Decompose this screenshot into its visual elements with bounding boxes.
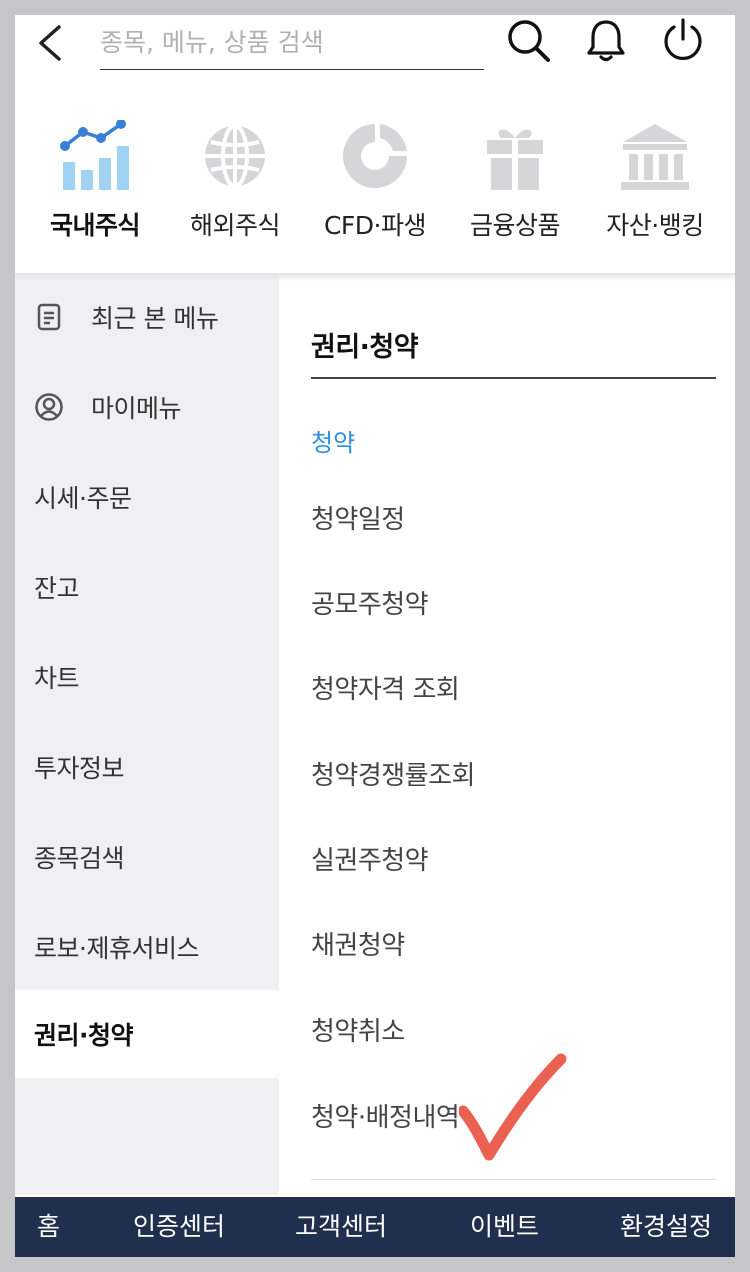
nav-item-investment-info[interactable]: 투자정보 [15,723,279,811]
nav-item-robo-partner[interactable]: 로보·제휴서비스 [15,903,279,991]
nav-label: 최근 본 메뉴 [91,304,219,333]
bottom-certificate-center[interactable]: 인증센터 [133,1197,225,1257]
category-label: 자산·뱅킹 [606,211,704,240]
subsection-title: 청약 [311,429,356,457]
link-subscription-allocation-history[interactable]: 청약·배정내역 [311,1097,460,1134]
category-label: 금융상품 [469,211,561,240]
globe-icon [205,124,265,188]
nav-item-recent-menu[interactable]: 최근 본 메뉴 [15,273,279,361]
recent-menu-icon [37,303,61,331]
link-competition-rate[interactable]: 청약경쟁률조회 [311,755,475,792]
category-overseas-stock[interactable]: 해외주식 [170,120,300,250]
bottom-home[interactable]: 홈 [37,1197,60,1257]
divider [311,377,716,379]
bell-icon [587,20,625,62]
search-field[interactable] [100,21,484,70]
category-cfd-derivatives[interactable]: CFD·파생 [310,120,440,250]
submenu-panel: 권리·청약 청약 청약일정 공모주청약 청약자격 조회 청약경쟁률조회 실권주청… [279,273,735,1195]
red-checkmark-annotation [459,1053,567,1161]
stock-chart-icon [60,120,129,190]
nav-label: 차트 [34,664,80,693]
nav-item-chart[interactable]: 차트 [15,633,279,721]
nav-label: 로보·제휴서비스 [34,934,199,963]
bottom-events[interactable]: 이벤트 [470,1197,539,1257]
category-row: 국내주식 해외주식 CFD·파생 금융상품 자산·뱅킹 [15,120,735,250]
header: 국내주식 해외주식 CFD·파생 [15,15,735,273]
divider [311,1179,716,1180]
link-ipo-subscription[interactable]: 공모주청약 [311,584,429,621]
link-eligibility-check[interactable]: 청약자격 조회 [311,669,460,706]
category-domestic-stock[interactable]: 국내주식 [30,120,160,250]
gift-icon [487,129,543,190]
category-label: CFD·파생 [323,211,427,240]
link-subscription-cancel[interactable]: 청약취소 [311,1011,405,1048]
nav-label: 투자정보 [34,754,125,783]
bank-icon [621,124,689,190]
power-button[interactable] [660,17,706,63]
user-circle-icon [35,393,63,421]
category-financial-products[interactable]: 금융상품 [450,120,580,250]
nav-item-quote-order[interactable]: 시세·주문 [15,453,279,541]
category-label: 해외주식 [189,211,281,240]
nav-item-my-menu[interactable]: 마이메뉴 [15,363,279,451]
header-shadow [15,273,735,281]
donut-chart-icon [343,124,407,188]
nav-item-rights-subscription[interactable]: 권리·청약 [15,990,279,1078]
nav-label: 종목검색 [34,844,125,873]
back-button[interactable] [33,21,69,65]
nav-item-balance[interactable]: 잔고 [15,543,279,631]
section-title: 권리·청약 [311,332,419,363]
power-icon [664,18,702,61]
nav-label: 권리·청약 [34,1021,134,1050]
bottom-bar: 홈 인증센터 고객센터 이벤트 환경설정 [15,1197,735,1257]
nav-label: 잔고 [34,574,80,603]
link-subscription-schedule[interactable]: 청약일정 [311,499,405,536]
chevron-left-icon [39,25,61,61]
search-input[interactable] [100,21,484,63]
nav-label: 시세·주문 [34,484,132,513]
nav-item-stock-search[interactable]: 종목검색 [15,813,279,901]
bottom-settings[interactable]: 환경설정 [620,1197,712,1257]
link-forfeited-share-subscription[interactable]: 실권주청약 [311,840,429,877]
app-frame: 국내주식 해외주식 CFD·파생 [15,15,735,1257]
category-asset-banking[interactable]: 자산·뱅킹 [590,120,720,250]
search-button[interactable] [505,17,551,63]
search-icon [508,20,550,62]
link-bond-subscription[interactable]: 채권청약 [311,925,405,962]
category-label: 국내주식 [49,211,141,240]
bottom-customer-center[interactable]: 고객센터 [295,1197,387,1257]
left-nav: 최근 본 메뉴 마이메뉴 시세·주문 잔고 차트 투자정보 종목검색 로보·제휴… [15,273,279,1195]
nav-label: 마이메뉴 [91,394,182,423]
notification-button[interactable] [583,17,629,63]
